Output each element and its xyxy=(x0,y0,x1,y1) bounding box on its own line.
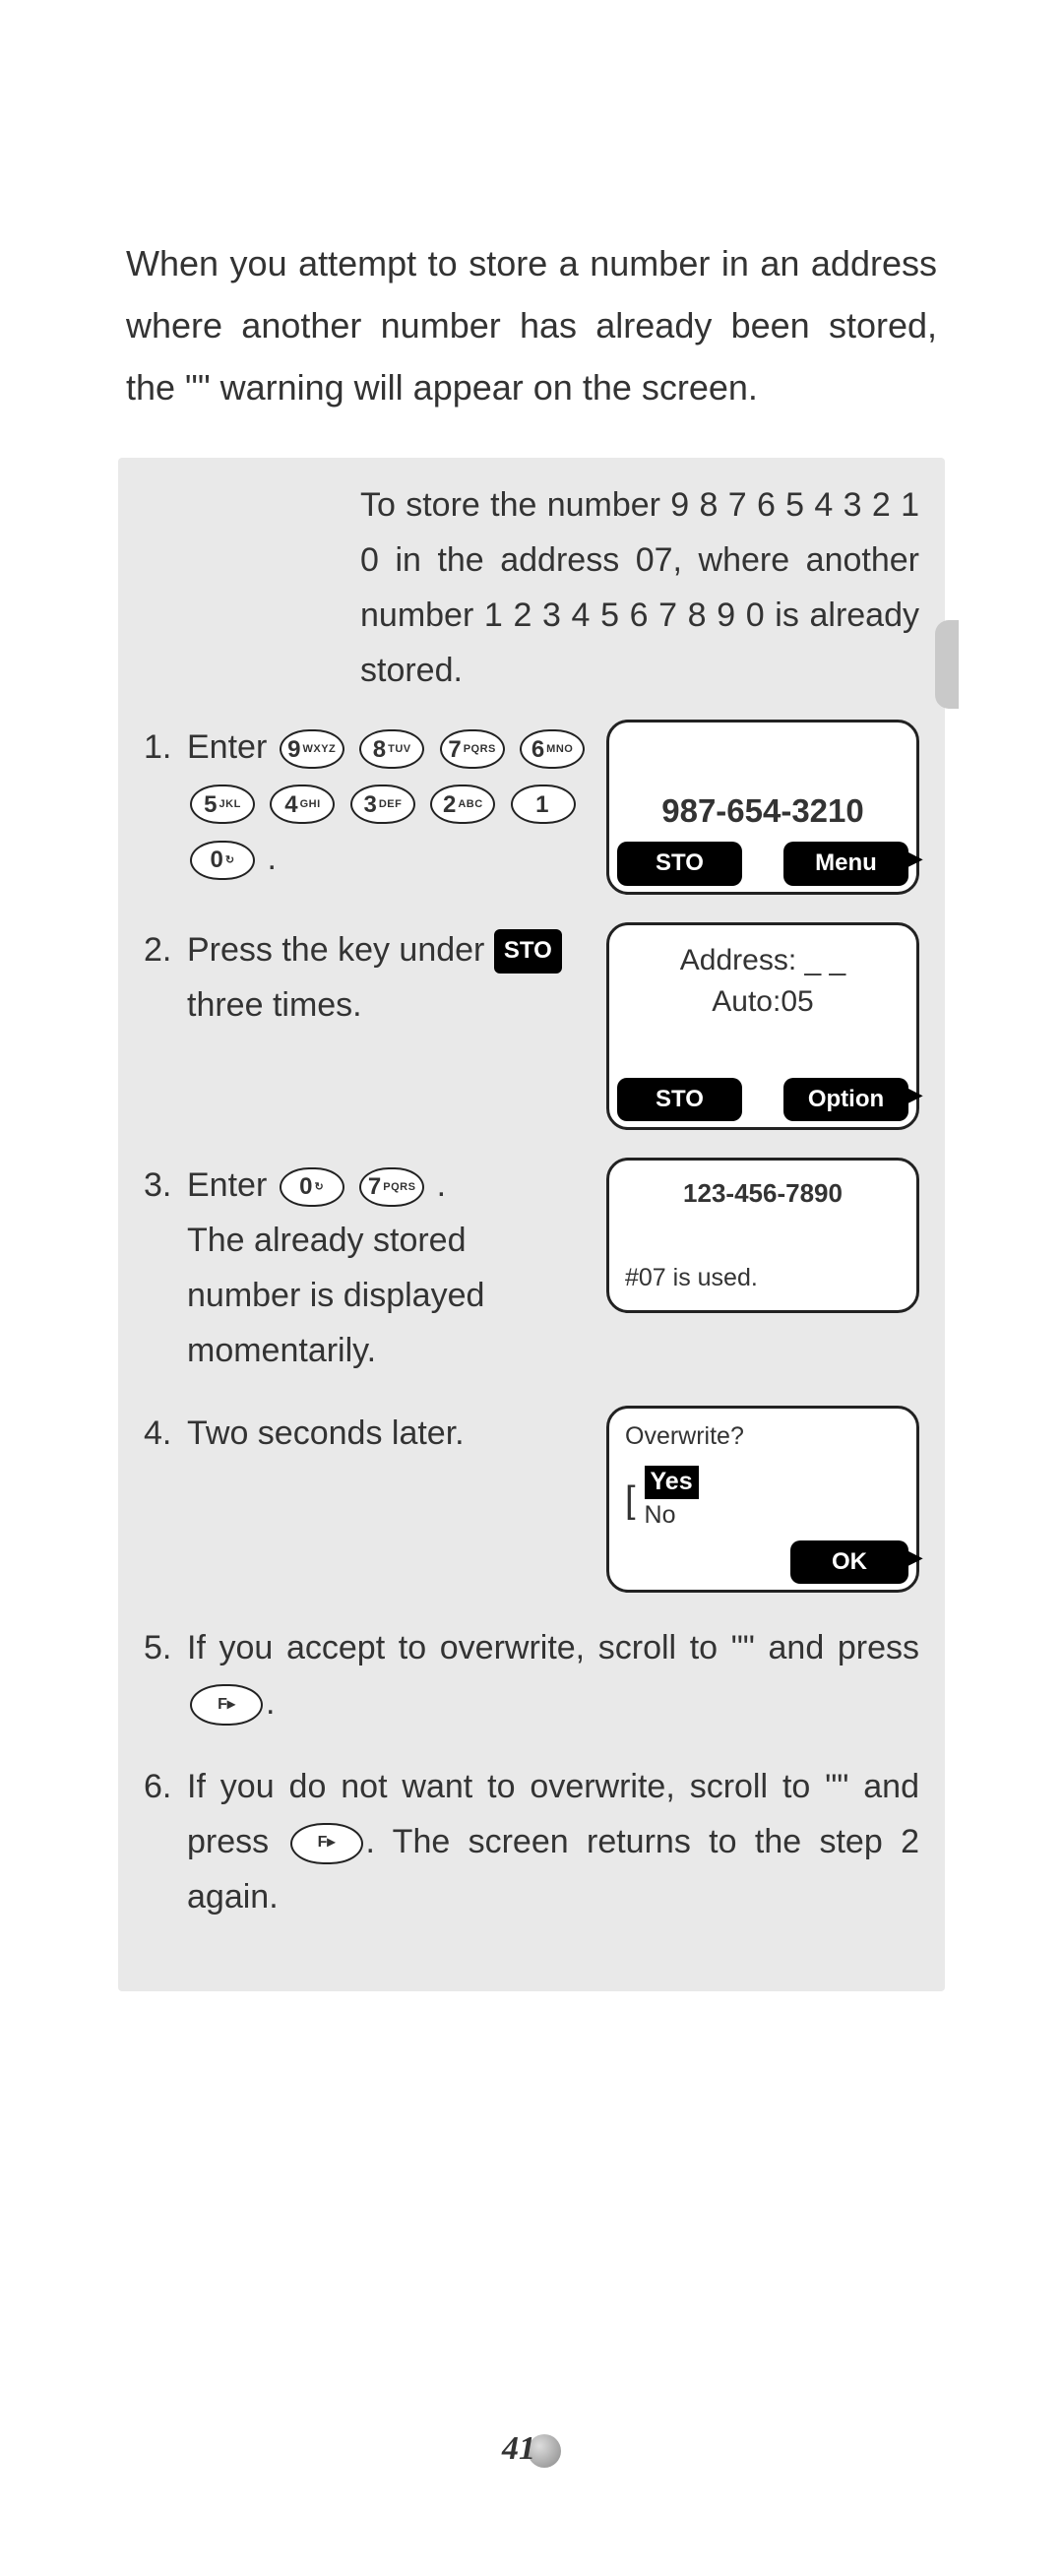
key-8: 8TUV xyxy=(359,729,424,769)
step2-a: Press the key under xyxy=(187,931,494,969)
key-6: 6MNO xyxy=(520,729,585,769)
screen3-phone: 123-456-7890 xyxy=(625,1176,901,1211)
step3-b: . xyxy=(437,1166,446,1204)
page-number: 41 xyxy=(0,2430,1063,2468)
step-2: Press the key under STO three times. Add… xyxy=(144,922,919,1131)
step2-b: three times. xyxy=(187,986,362,1024)
key-1: 1 xyxy=(511,785,576,824)
step-5: If you accept to overwrite, scroll to ""… xyxy=(144,1620,919,1730)
step-4: Two seconds later. Overwrite? [ Yes No xyxy=(144,1406,919,1593)
softkey-menu: Menu xyxy=(783,842,908,886)
step4-text: Two seconds later. xyxy=(187,1414,465,1452)
softkey-option: Option xyxy=(783,1078,908,1122)
sto-badge: STO xyxy=(494,929,562,974)
overwrite-question: Overwrite? xyxy=(625,1420,901,1454)
softkey-sto-2: STO xyxy=(617,1078,742,1122)
example-header: To store the number 9 8 7 6 5 4 3 2 1 0 … xyxy=(360,477,919,698)
screen-4: Overwrite? [ Yes No OK xyxy=(606,1406,919,1593)
step3-a: Enter xyxy=(187,1166,277,1204)
key-9: 9WXYZ xyxy=(280,729,344,769)
intro-paragraph: When you attempt to store a number in an… xyxy=(118,232,945,418)
bracket-icon: [ xyxy=(625,1485,636,1515)
side-tab xyxy=(935,620,959,709)
step5-a: If you accept to overwrite, scroll to " xyxy=(187,1629,743,1666)
step1-pre: Enter xyxy=(187,728,277,766)
manual-page: When you attempt to store a number in an… xyxy=(0,0,1063,2576)
steps-list: Enter 9WXYZ 8TUV 7PQRS 6MNO 5JKL 4GHI 3D… xyxy=(144,720,919,1923)
step3-c: The already stored number is displayed m… xyxy=(187,1222,484,1369)
softkey-sto: STO xyxy=(617,842,742,886)
screen-3: 123-456-7890 #07 is used. xyxy=(606,1158,919,1313)
screen3-msg: #07 is used. xyxy=(625,1262,901,1295)
screen-1: 987-654-3210 STO Menu xyxy=(606,720,919,894)
step1-post: . xyxy=(267,840,276,877)
f-key-1: F▸ xyxy=(190,1684,263,1726)
step5-c: . xyxy=(266,1684,275,1722)
screen1-phone: 987-654-3210 xyxy=(625,789,901,834)
f-key-2: F▸ xyxy=(290,1823,363,1864)
option-yes: Yes xyxy=(645,1466,699,1499)
example-box: To store the number 9 8 7 6 5 4 3 2 1 0 … xyxy=(118,458,945,1991)
intro-text-b: " warning will appear on the screen. xyxy=(198,367,758,408)
key-0-b: 0 ↻ xyxy=(280,1167,344,1207)
key-7-b: 7PQRS xyxy=(359,1167,424,1207)
step-6: If you do not want to overwrite, scroll … xyxy=(144,1759,919,1924)
step-1: Enter 9WXYZ 8TUV 7PQRS 6MNO 5JKL 4GHI 3D… xyxy=(144,720,919,894)
screen2-addr2: Auto:05 xyxy=(625,982,901,1023)
key-5: 5JKL xyxy=(190,785,255,824)
key-0: 0 ↻ xyxy=(190,841,255,880)
step5-b: " and press xyxy=(743,1629,919,1666)
key-3: 3DEF xyxy=(350,785,415,824)
step6-a: If you do not want to overwrite, scroll … xyxy=(187,1768,837,1805)
softkey-ok: OK xyxy=(790,1540,908,1585)
step-3: Enter 0 ↻ 7PQRS . The already stored num… xyxy=(144,1158,919,1378)
screen2-addr1: Address: _ _ xyxy=(625,941,901,981)
key-4: 4GHI xyxy=(270,785,335,824)
option-no: No xyxy=(645,1501,676,1529)
key-7: 7PQRS xyxy=(440,729,505,769)
key-2: 2ABC xyxy=(430,785,495,824)
screen-2: Address: _ _ Auto:05 STO Option xyxy=(606,922,919,1131)
